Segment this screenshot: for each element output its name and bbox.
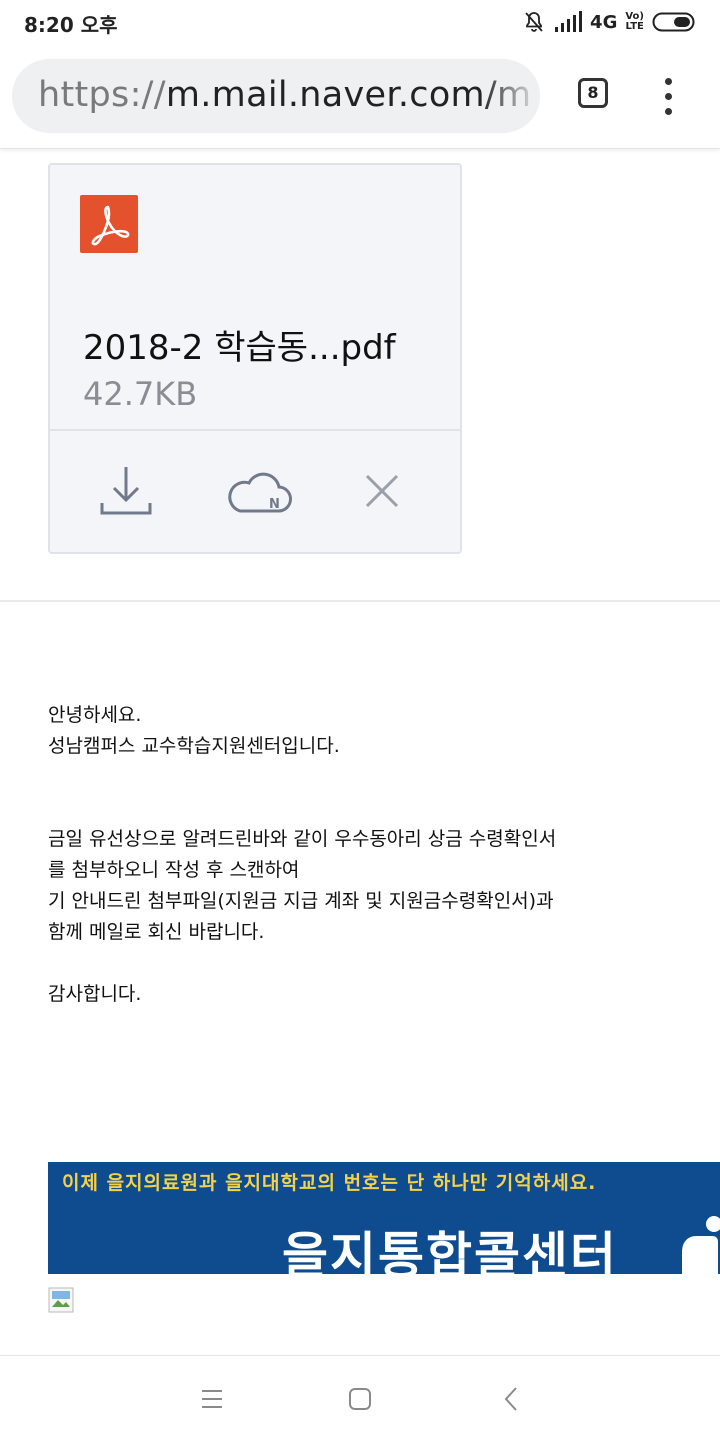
system-nav-bar bbox=[0, 1355, 720, 1441]
card-divider bbox=[50, 429, 460, 431]
pdf-icon bbox=[80, 195, 138, 253]
url-bar[interactable]: https://m.mail.naver.com/m bbox=[12, 59, 540, 133]
battery-icon bbox=[652, 12, 695, 32]
menu-icon bbox=[202, 1390, 222, 1408]
remove-attachment-button[interactable] bbox=[354, 461, 410, 521]
close-icon bbox=[365, 474, 399, 508]
nav-menu-button[interactable] bbox=[186, 1374, 236, 1424]
broken-image-icon bbox=[48, 1287, 74, 1313]
status-time: 8:20 오후 bbox=[24, 13, 118, 37]
status-bar: 8:20 오후 4G Vo) LTE bbox=[0, 0, 720, 44]
signal-icon bbox=[555, 11, 583, 32]
callcenter-banner[interactable]: 이제 을지의료원과 을지대학교의 번호는 단 하나만 기억하세요. 을지통합콜센… bbox=[48, 1162, 720, 1274]
email-body-line: 금일 유선상으로 알려드린바와 같이 우수동아리 상금 수령확인서 bbox=[48, 828, 557, 850]
email-closing: 감사합니다. bbox=[48, 983, 142, 1005]
tab-switcher-button[interactable]: 8 bbox=[578, 78, 608, 108]
email-body: 안녕하세요. 성남캠퍼스 교수학습지원센터입니다. 금일 유선상으로 알려드린바… bbox=[48, 700, 688, 1010]
back-icon bbox=[504, 1387, 517, 1411]
banner-main-text: 을지통합콜센터 bbox=[282, 1227, 618, 1274]
naver-cloud-icon: N bbox=[228, 472, 292, 513]
nav-home-button[interactable] bbox=[335, 1374, 385, 1424]
email-greeting: 안녕하세요. bbox=[48, 704, 142, 726]
attachment-filesize: 42.7KB bbox=[83, 375, 198, 413]
save-to-cloud-button[interactable]: N bbox=[222, 461, 294, 521]
mute-icon bbox=[525, 12, 543, 32]
telephone-icon bbox=[682, 1216, 720, 1274]
email-intro: 성남캠퍼스 교수학습지원센터입니다. bbox=[48, 735, 340, 757]
email-body-line: 함께 메일로 회신 바랍니다. bbox=[48, 921, 265, 943]
browser-toolbar: https://m.mail.naver.com/m 8 bbox=[0, 44, 720, 149]
attachment-filename[interactable]: 2018-2 학습동...pdf bbox=[83, 320, 396, 369]
url-scheme: https:// bbox=[38, 75, 166, 115]
home-icon bbox=[349, 1388, 371, 1410]
url-text[interactable]: https://m.mail.naver.com/m bbox=[38, 75, 531, 115]
nav-back-button[interactable] bbox=[486, 1374, 536, 1424]
network-label: 4G bbox=[590, 11, 618, 33]
attachment-card[interactable]: 2018-2 학습동...pdf 42.7KB N bbox=[48, 163, 462, 554]
status-icons: 4G Vo) LTE bbox=[522, 8, 698, 36]
svg-text:N: N bbox=[269, 497, 280, 512]
email-body-line: 기 안내드린 첨부파일(지원금 지급 계좌 및 지원금수령확인서)과 bbox=[48, 890, 554, 912]
banner-top-text: 이제 을지의료원과 을지대학교의 번호는 단 하나만 기억하세요. bbox=[62, 1172, 597, 1194]
url-host: m.mail.naver.com/m bbox=[165, 75, 532, 115]
volte-label: Vo) LTE bbox=[625, 11, 644, 32]
section-divider bbox=[0, 600, 720, 602]
more-vert-icon[interactable] bbox=[656, 76, 680, 116]
url-fade bbox=[480, 59, 540, 133]
download-button[interactable] bbox=[98, 461, 154, 521]
download-icon bbox=[100, 467, 152, 515]
email-body-line: 를 첨부하오니 작성 후 스캔하여 bbox=[48, 859, 300, 881]
